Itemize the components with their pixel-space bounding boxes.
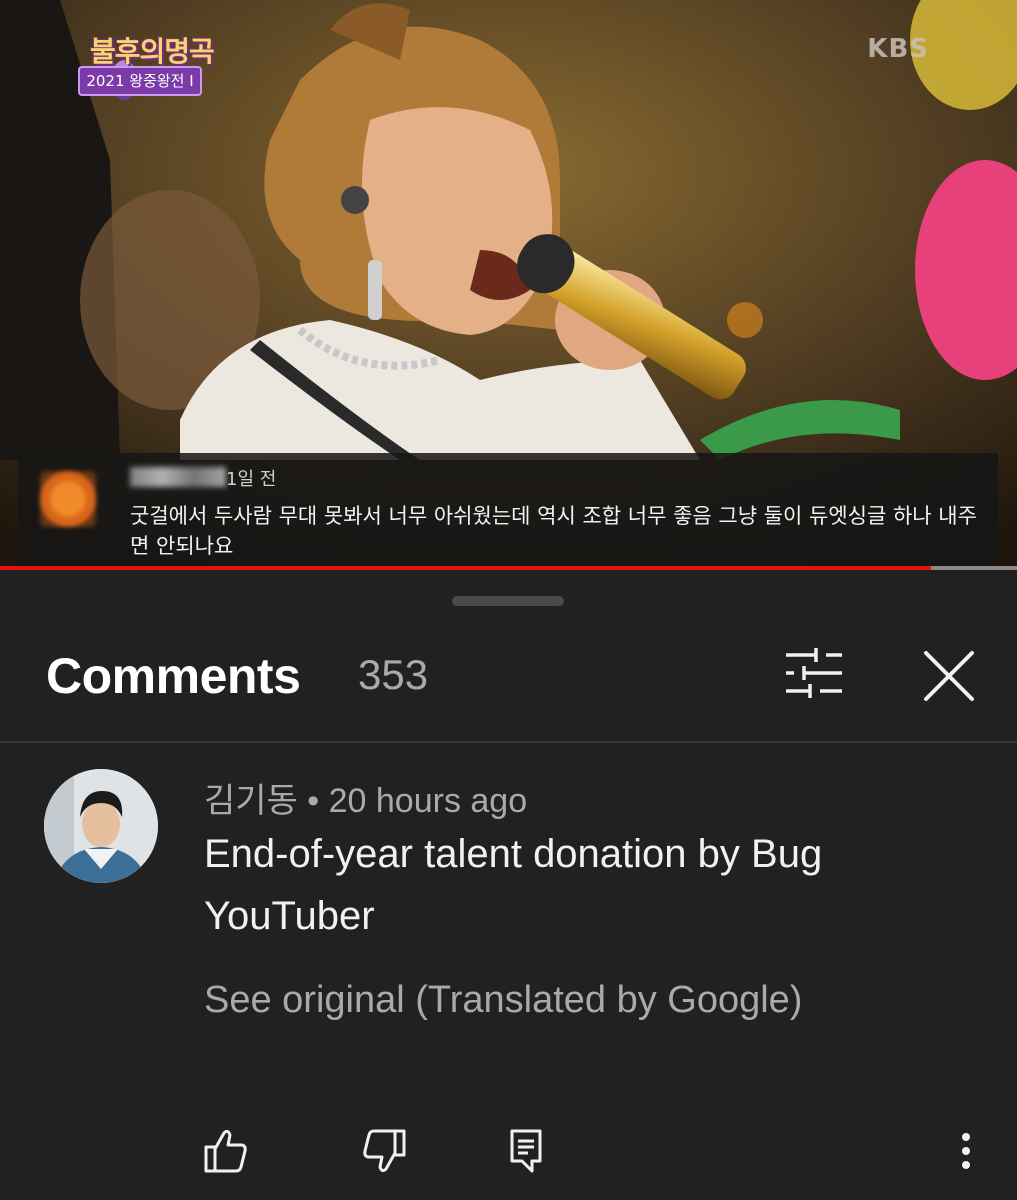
more-options-button[interactable] [944,1121,988,1181]
comment-author-and-time: 김기동 • 20 hours ago [204,782,528,820]
overlay-comment-text: 굿걸에서 두사람 무대 못봐서 너무 아쉬웠는데 역시 조합 너무 좋음 그냥 … [130,504,977,558]
video-progress-bar[interactable] [0,566,1017,570]
video-player[interactable]: 불후의명곡 2021 왕중왕전 I KBS 1일 전 굿걸에서 두사람 무대 못… [0,0,1017,570]
close-button[interactable] [918,645,980,707]
comment-item: 김기동 • 20 hours ago End-of-year talent do… [0,743,1017,1200]
overlay-comment: 1일 전 굿걸에서 두사람 무대 못봐서 너무 아쉬웠는데 역시 조합 너무 좋… [18,453,998,569]
dislike-button[interactable] [354,1121,414,1181]
comments-sheet: Comments 353 김기동 • 20 hours ago End-of-y… [0,573,1017,1200]
comment-text: End-of-year talent donation by Bug YouTu… [204,832,823,938]
avatar-image [44,769,158,883]
like-button[interactable] [196,1121,256,1181]
comments-count: 353 [358,651,429,698]
video-progress-fill [0,566,931,570]
broadcaster-logo: KBS [867,34,929,64]
reply-icon [510,1129,542,1173]
sliders-icon [786,648,842,698]
close-icon [924,651,974,701]
reply-button[interactable] [496,1121,556,1181]
avatar[interactable] [44,769,158,883]
show-subtitle: 2021 왕중왕전 I [78,66,202,96]
overlay-timestamp: 1일 전 [226,469,277,490]
thumbs-up-icon [204,1129,247,1173]
overlay-avatar [40,471,96,527]
show-title: 불후의명곡 [90,35,215,68]
overlay-username-blurred [130,467,226,487]
comments-title: Comments [46,648,301,704]
see-original-link[interactable]: See original (Translated by Google) [204,979,802,1022]
thumbs-down-icon [363,1129,406,1173]
more-vertical-icon [962,1133,970,1169]
sort-filter-button[interactable] [782,645,846,701]
drag-handle[interactable] [452,596,564,606]
